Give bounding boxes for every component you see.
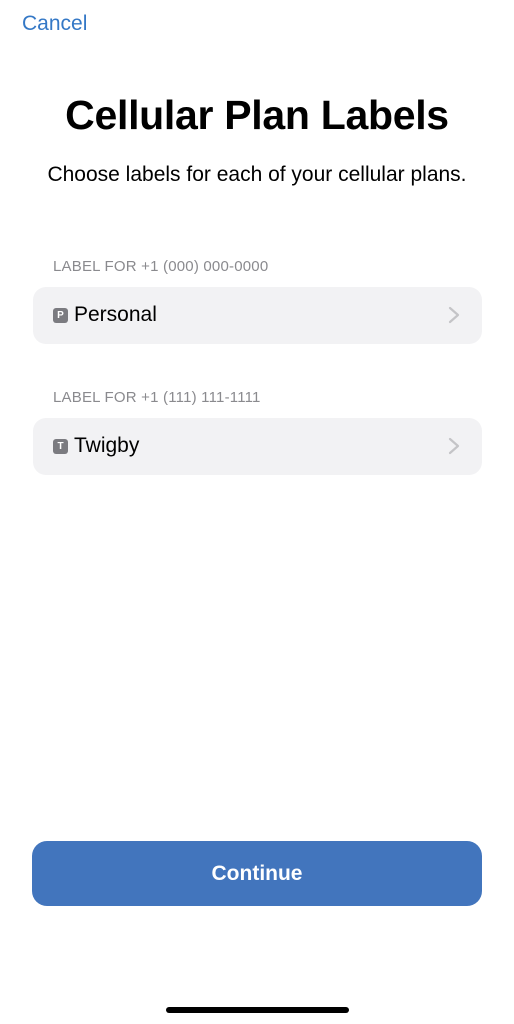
- chevron-right-icon: [448, 437, 460, 455]
- page-subtitle: Choose labels for each of your cellular …: [47, 163, 467, 186]
- page-title: Cellular Plan Labels: [65, 92, 449, 138]
- plan-badge-icon: P: [53, 308, 68, 323]
- continue-button[interactable]: Continue: [32, 841, 482, 906]
- plan-label-value: Personal: [74, 303, 157, 326]
- cancel-button[interactable]: Cancel: [22, 10, 87, 38]
- home-indicator[interactable]: [166, 1007, 349, 1013]
- plan-label-row-personal[interactable]: P Personal: [33, 287, 482, 344]
- plan-label-row-twigby[interactable]: T Twigby: [33, 418, 482, 475]
- plan-badge-icon: T: [53, 439, 68, 454]
- plan-section-label: LABEL FOR +1 (000) 000-0000: [53, 258, 269, 275]
- chevron-right-icon: [448, 306, 460, 324]
- plan-label-value: Twigby: [74, 434, 140, 457]
- plan-section-label: LABEL FOR +1 (111) 111-1111: [53, 389, 261, 406]
